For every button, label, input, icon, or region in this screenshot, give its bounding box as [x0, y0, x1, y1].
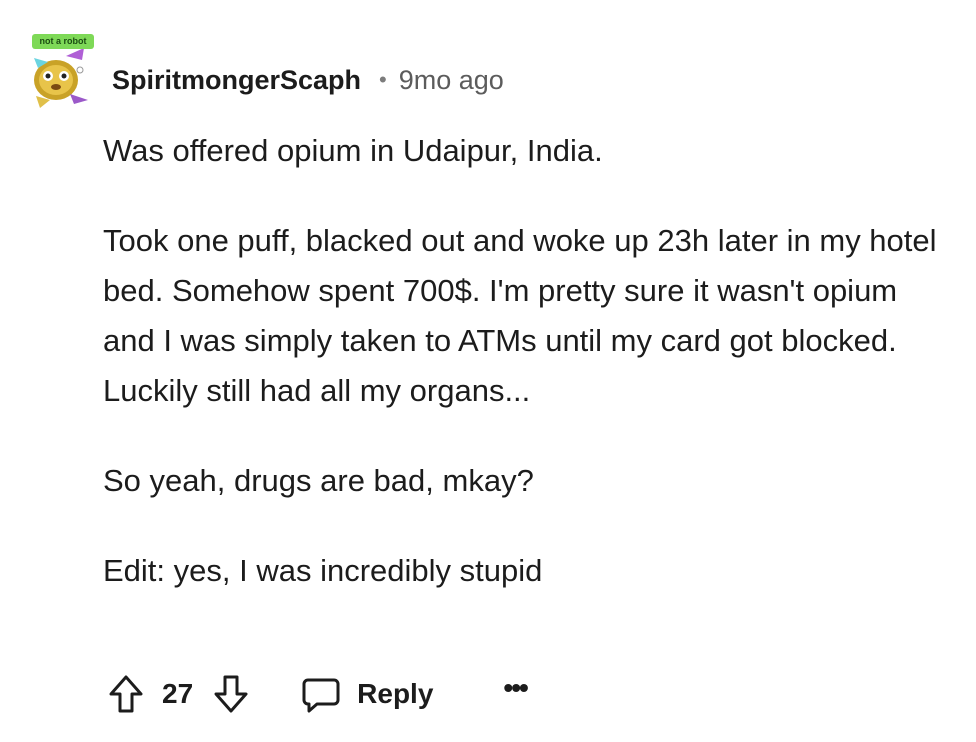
downvote-arrow-icon	[214, 675, 248, 713]
comment-actions: 27 Reply •••	[108, 668, 529, 720]
downvote-button[interactable]	[213, 674, 249, 714]
not-a-robot-badge: not a robot	[32, 34, 94, 49]
comment: not a robot SpiritmongerScaph • 9mo ago …	[0, 0, 976, 742]
vote-count: 27	[162, 678, 194, 709]
reply-label: Reply	[357, 678, 434, 709]
upvote-arrow-icon	[109, 675, 143, 713]
comment-paragraph: Edit: yes, I was incredibly stupid	[103, 553, 543, 588]
comment-paragraph: So yeah, drugs are bad, mkay?	[103, 463, 534, 498]
upvote-button[interactable]	[108, 674, 144, 714]
avatar[interactable]: not a robot	[26, 30, 96, 112]
comment-paragraph: Took one puff, blacked out and woke up 2…	[103, 223, 937, 408]
timestamp[interactable]: 9mo ago	[399, 65, 504, 96]
meta-separator: •	[379, 67, 387, 92]
speech-bubble-icon	[302, 678, 340, 713]
comment-paragraph: Was offered opium in Udaipur, India.	[103, 133, 603, 168]
reply-button[interactable]: Reply	[301, 674, 433, 714]
more-options-button[interactable]: •••	[503, 672, 528, 704]
comment-header: SpiritmongerScaph • 9mo ago	[112, 60, 504, 100]
username-link[interactable]: SpiritmongerScaph	[112, 65, 361, 96]
comment-body: Was offered opium in Udaipur, India. Too…	[103, 126, 953, 636]
